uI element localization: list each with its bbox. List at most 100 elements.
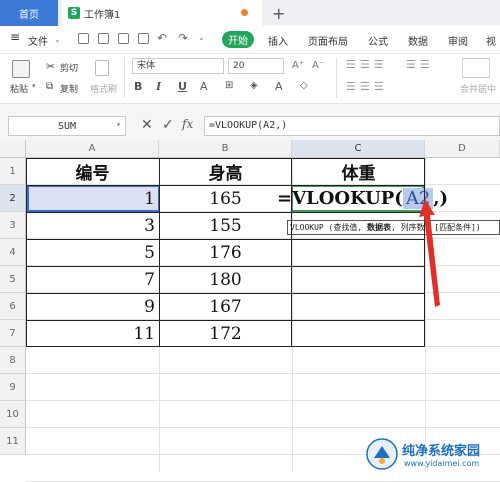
merge-center-label[interactable]: 合并居中 bbox=[460, 82, 496, 95]
column-header-c[interactable]: C bbox=[292, 140, 425, 158]
chevron-down-icon[interactable]: ⌄ bbox=[54, 35, 61, 44]
print-icon[interactable] bbox=[118, 33, 129, 44]
copy-icon[interactable]: ⧉ bbox=[46, 81, 53, 92]
scissors-icon[interactable]: ✂ bbox=[46, 60, 55, 73]
cancel-icon[interactable]: ✕ bbox=[141, 117, 153, 133]
bold-button[interactable]: B bbox=[134, 80, 142, 93]
font-color-icon[interactable]: A bbox=[275, 80, 283, 93]
watermark-url: www.yidaimei.com bbox=[404, 459, 480, 468]
align-top-icons[interactable]: ☰☰☰ bbox=[346, 58, 388, 71]
fx-icon[interactable]: fx bbox=[182, 117, 193, 131]
row-header-11[interactable]: 11 bbox=[0, 428, 26, 455]
chevron-down-icon[interactable]: ⌄ bbox=[198, 33, 205, 42]
divider bbox=[336, 58, 337, 98]
cell-a5[interactable]: 7 bbox=[26, 266, 159, 293]
row-header-7[interactable]: 7 bbox=[0, 320, 26, 347]
menu-file[interactable]: 文件 bbox=[28, 33, 48, 48]
cell-a2[interactable]: 1 bbox=[26, 185, 159, 212]
chevron-down-icon[interactable]: ▾ bbox=[116, 120, 121, 129]
menu-formulas[interactable]: 公式 bbox=[368, 33, 388, 48]
underline-button[interactable]: U bbox=[178, 80, 187, 93]
table-row-border bbox=[26, 293, 425, 294]
row-header-8[interactable]: 8 bbox=[0, 347, 26, 374]
cell-a7[interactable]: 11 bbox=[26, 320, 159, 347]
undo-icon[interactable]: ↶ bbox=[157, 31, 167, 45]
row-header-4[interactable]: 4 bbox=[0, 239, 26, 266]
menu-page-layout[interactable]: 页面布局 bbox=[308, 33, 348, 48]
row-header-5[interactable]: 5 bbox=[0, 266, 26, 293]
column-header-a[interactable]: A bbox=[26, 140, 159, 158]
cut-label[interactable]: 剪切 bbox=[60, 61, 78, 74]
formula-input[interactable]: =VLOOKUP(A2,) bbox=[204, 116, 500, 136]
font-grow-button[interactable]: A⁺ bbox=[292, 60, 304, 71]
font-size-select[interactable]: 20 bbox=[228, 58, 284, 74]
font-name-select[interactable]: 宋体 bbox=[132, 58, 224, 74]
gridline bbox=[26, 427, 500, 428]
select-all-corner[interactable] bbox=[0, 140, 26, 158]
merge-center-icon[interactable] bbox=[462, 58, 490, 78]
menu-start[interactable]: 开始 bbox=[222, 31, 254, 48]
name-box[interactable]: SUM ▾ bbox=[8, 116, 126, 136]
italic-button[interactable]: I bbox=[156, 80, 161, 93]
cell-b3[interactable]: 155 bbox=[159, 212, 292, 239]
export-icon[interactable] bbox=[98, 33, 109, 44]
row-header-2[interactable]: 2 bbox=[0, 185, 26, 212]
row-header-9[interactable]: 9 bbox=[0, 374, 26, 401]
font-shrink-button[interactable]: A⁻ bbox=[312, 60, 324, 71]
confirm-icon[interactable]: ✓ bbox=[162, 117, 174, 133]
tooltip-open: (查找值, bbox=[323, 223, 367, 232]
cell-b6[interactable]: 167 bbox=[159, 293, 292, 320]
hamburger-icon[interactable]: ≡ bbox=[10, 30, 20, 44]
clear-format-icon[interactable]: ◇ bbox=[300, 80, 308, 91]
fill-color-icon[interactable]: ◈ bbox=[250, 80, 258, 91]
tab-home[interactable]: 首页 bbox=[0, 0, 58, 26]
table-row-border bbox=[26, 239, 425, 240]
menu-insert[interactable]: 插入 bbox=[268, 33, 288, 48]
row-header-6[interactable]: 6 bbox=[0, 293, 26, 320]
unsaved-dot-icon bbox=[241, 9, 248, 16]
save-icon[interactable] bbox=[78, 33, 89, 44]
menu-view[interactable]: 视 bbox=[486, 33, 496, 48]
print-preview-icon[interactable] bbox=[138, 33, 149, 44]
row-header-3[interactable]: 3 bbox=[0, 212, 26, 239]
cell-b1[interactable]: 身高 bbox=[159, 158, 292, 185]
chevron-down-icon[interactable]: ▾ bbox=[32, 82, 36, 90]
table-row-border bbox=[26, 185, 425, 186]
cell-b4[interactable]: 176 bbox=[159, 239, 292, 266]
cell-a1[interactable]: 编号 bbox=[26, 158, 159, 185]
cell-b5[interactable]: 180 bbox=[159, 266, 292, 293]
redo-icon[interactable]: ↷ bbox=[178, 31, 188, 45]
row-header-10[interactable]: 10 bbox=[0, 401, 26, 428]
cell-a3[interactable]: 3 bbox=[26, 212, 159, 239]
table-border-left bbox=[26, 158, 27, 347]
function-tooltip: VLOOKUP (查找值, 数据表, 列序数, [匹配条件]) bbox=[287, 220, 500, 235]
indent-icons[interactable]: ☰☰ bbox=[406, 58, 434, 71]
column-header-d[interactable]: D bbox=[425, 140, 500, 158]
paste-icon[interactable] bbox=[12, 60, 30, 78]
red-arrow-annotation bbox=[419, 199, 440, 307]
cell-a4[interactable]: 5 bbox=[26, 239, 159, 266]
format-painter-icon[interactable] bbox=[95, 60, 109, 76]
new-tab-button[interactable]: + bbox=[272, 4, 285, 23]
cell-b2[interactable]: 165 bbox=[159, 185, 292, 212]
tooltip-fn: VLOOKUP bbox=[290, 223, 324, 232]
watermark-title: 纯净系统家园 bbox=[402, 444, 481, 459]
tab-workbook[interactable]: S 工作簿1 bbox=[62, 0, 262, 26]
format-painter-label[interactable]: 格式刷 bbox=[90, 82, 117, 95]
row-header-1[interactable]: 1 bbox=[0, 158, 26, 185]
formula-prefix: =VLOOKUP( bbox=[277, 187, 403, 209]
copy-label[interactable]: 复制 bbox=[60, 82, 78, 95]
divider bbox=[124, 58, 125, 98]
cell-a6[interactable]: 9 bbox=[26, 293, 159, 320]
column-header-b[interactable]: B bbox=[159, 140, 292, 158]
gridline bbox=[26, 373, 500, 374]
paste-label[interactable]: 粘贴 bbox=[10, 82, 28, 95]
border-icon[interactable]: ⊞ bbox=[225, 80, 233, 91]
align-left-icons[interactable]: ☰☰☰ bbox=[346, 80, 388, 93]
menu-review[interactable]: 审阅 bbox=[448, 33, 468, 48]
cell-b7[interactable]: 172 bbox=[159, 320, 292, 347]
cell-c1[interactable]: 体重 bbox=[292, 158, 425, 185]
menu-data[interactable]: 数据 bbox=[408, 33, 428, 48]
strikethrough-icon[interactable]: A bbox=[200, 80, 208, 93]
table-border-bc bbox=[291, 158, 292, 347]
